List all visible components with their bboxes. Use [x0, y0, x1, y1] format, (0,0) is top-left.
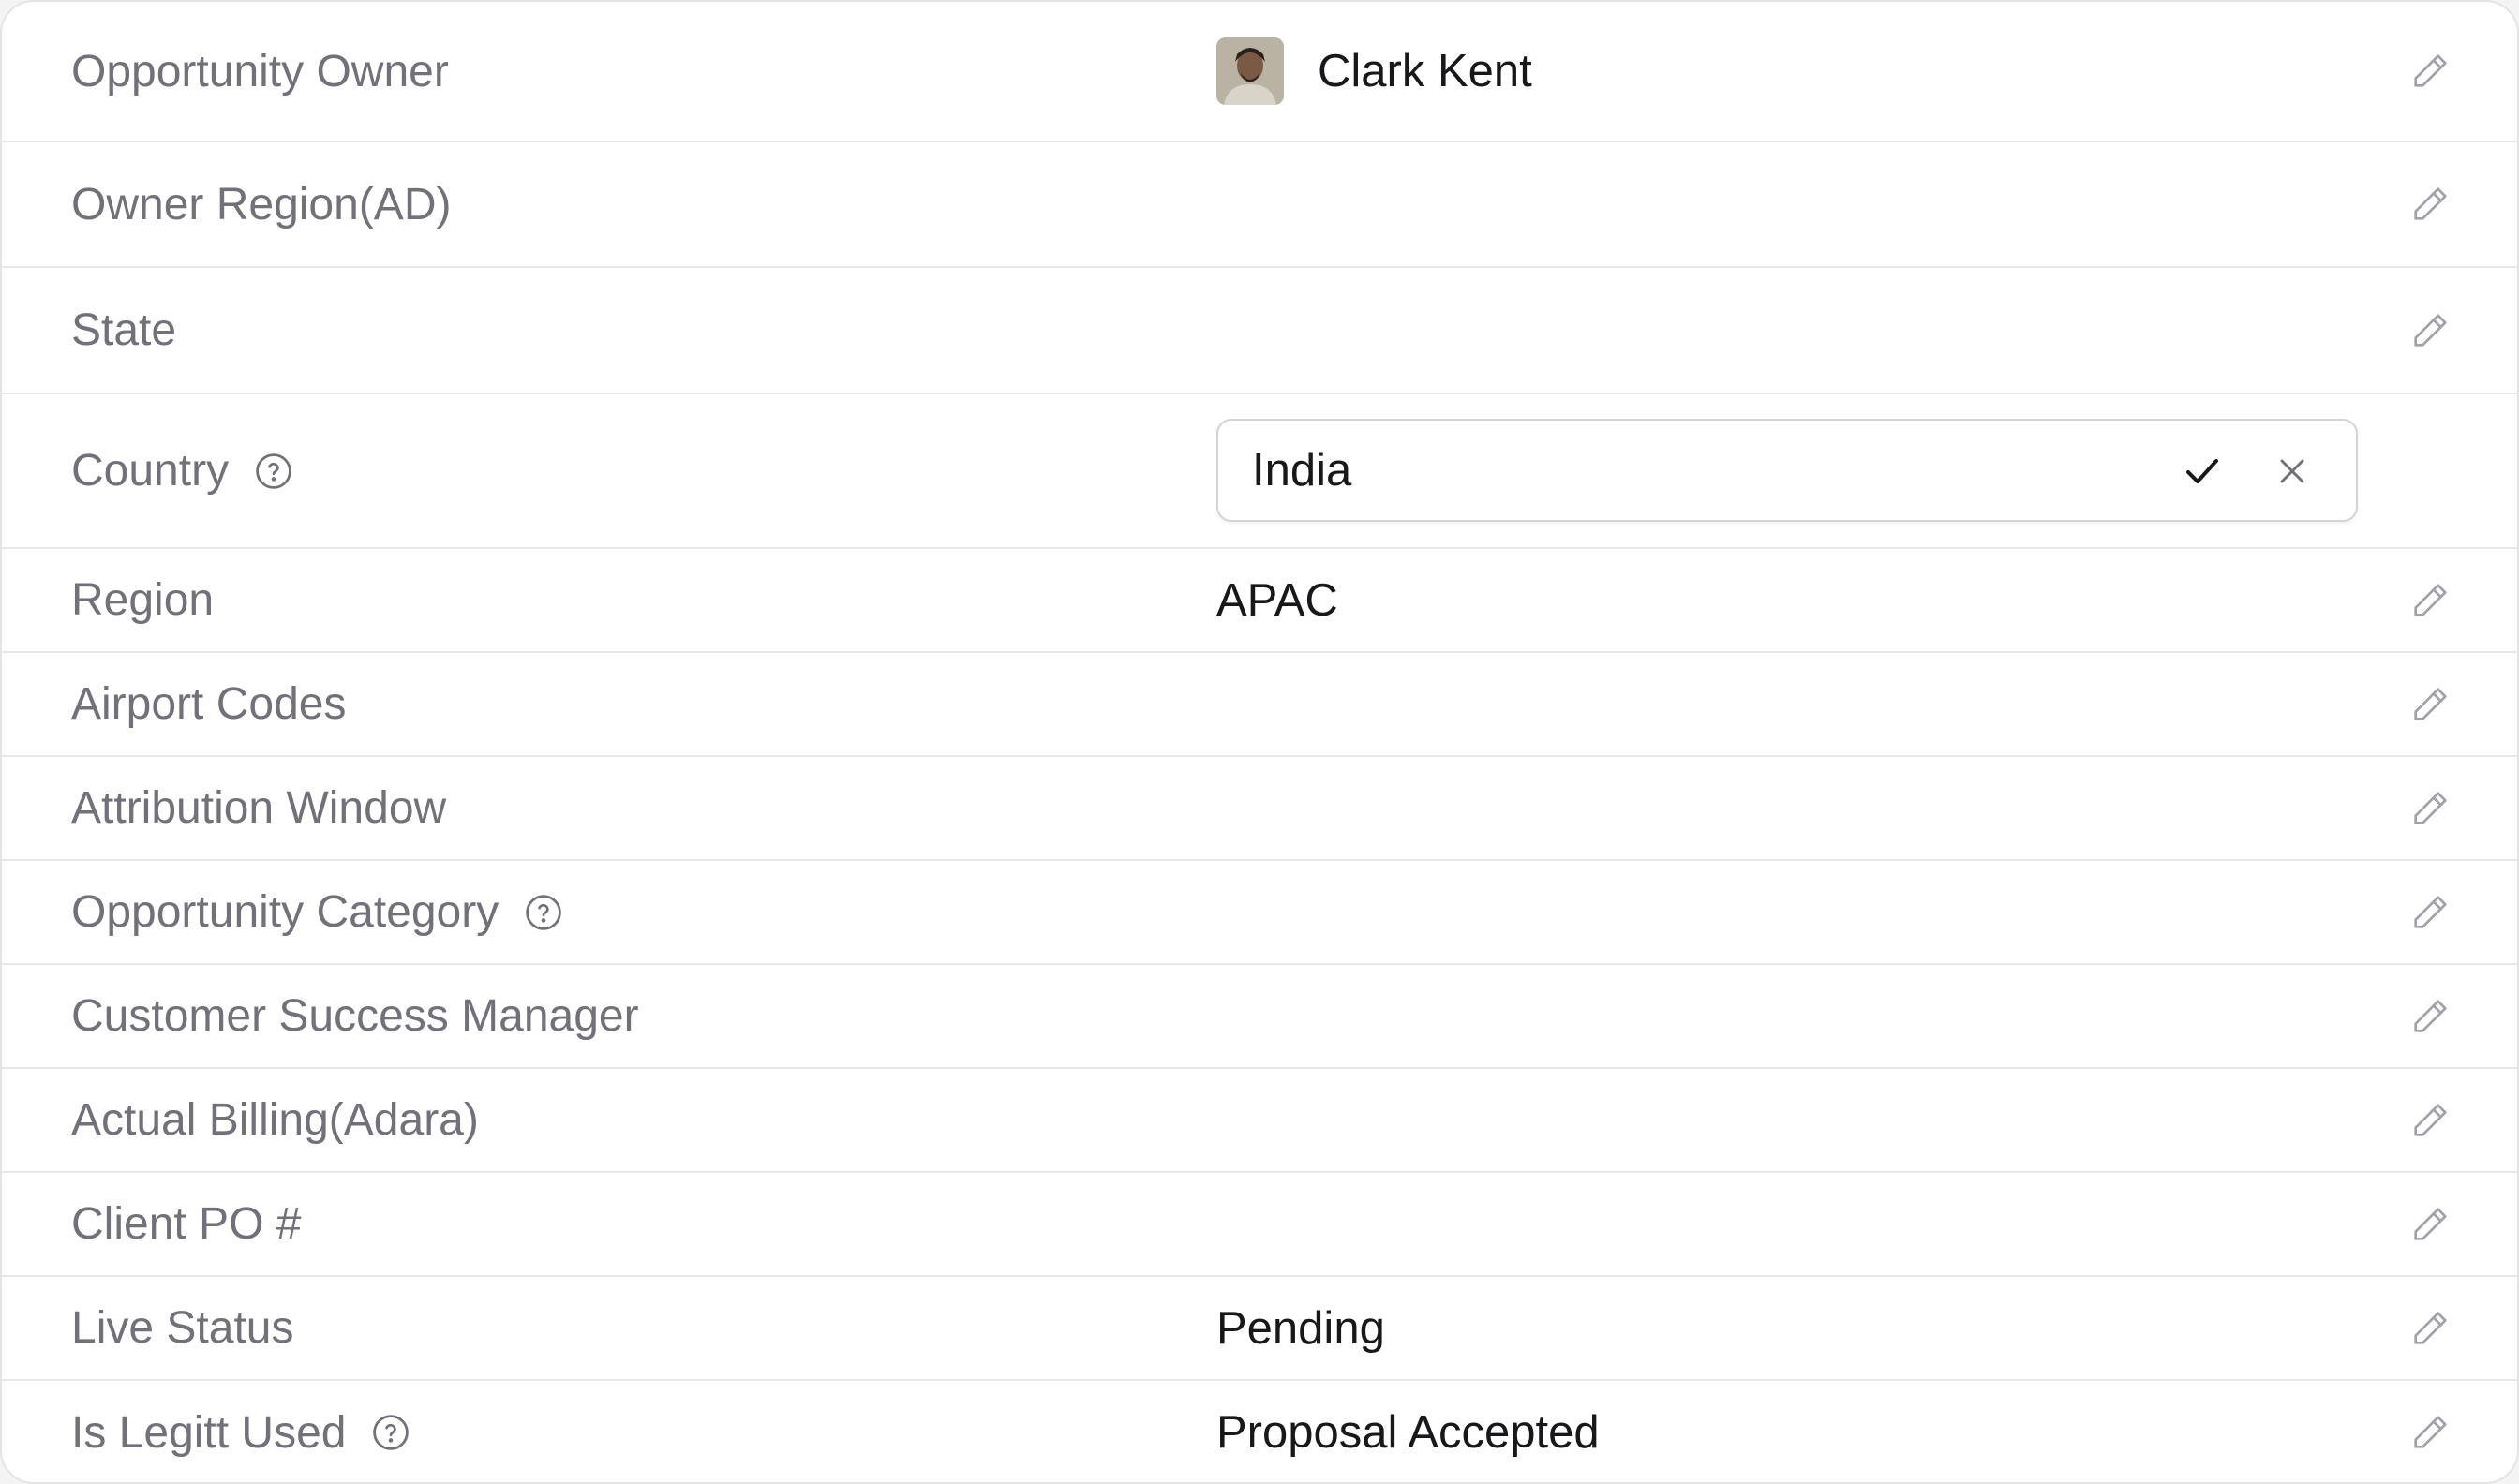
- field-label: Client PO #: [71, 1199, 302, 1249]
- field-label: Opportunity Category: [71, 887, 499, 937]
- field-row-attribution-window: Attribution Window: [2, 757, 2517, 861]
- field-row-client-po: Client PO #: [2, 1173, 2517, 1277]
- field-row-country: Country: [2, 394, 2517, 549]
- field-row-region: Region APAC: [2, 549, 2517, 653]
- field-row-is-legitt-used: Is Legitt Used Proposal Accepted: [2, 1381, 2517, 1482]
- pencil-icon[interactable]: [2408, 1307, 2452, 1350]
- field-label: Region: [71, 575, 215, 625]
- field-value: Pending: [1216, 1302, 1385, 1354]
- field-row-opportunity-owner: Opportunity Owner Clark Kent: [2, 2, 2517, 142]
- field-label: Airport Codes: [71, 679, 347, 729]
- avatar: [1216, 37, 1284, 105]
- field-row-owner-region: Owner Region(AD): [2, 142, 2517, 268]
- field-label: Country: [71, 446, 230, 496]
- country-edit-field: [1216, 419, 2358, 522]
- check-icon[interactable]: [2180, 449, 2225, 494]
- pencil-icon[interactable]: [2408, 183, 2452, 226]
- pencil-icon[interactable]: [2408, 995, 2452, 1038]
- pencil-icon[interactable]: [2408, 1411, 2452, 1454]
- field-row-customer-success-manager: Customer Success Manager: [2, 965, 2517, 1069]
- pencil-icon[interactable]: [2408, 683, 2452, 726]
- country-input[interactable]: [1252, 444, 2095, 497]
- field-row-state: State: [2, 268, 2517, 394]
- help-circle-icon[interactable]: [370, 1412, 411, 1453]
- field-label: Opportunity Owner: [71, 46, 449, 96]
- help-circle-icon[interactable]: [523, 892, 564, 933]
- field-label: Customer Success Manager: [71, 991, 639, 1041]
- field-row-live-status: Live Status Pending: [2, 1277, 2517, 1381]
- field-row-actual-billing: Actual Billing(Adara): [2, 1069, 2517, 1173]
- pencil-icon[interactable]: [2408, 1099, 2452, 1142]
- field-label: State: [71, 305, 177, 355]
- close-icon[interactable]: [2272, 451, 2313, 492]
- field-row-opportunity-category: Opportunity Category: [2, 861, 2517, 965]
- pencil-icon[interactable]: [2408, 787, 2452, 830]
- pencil-icon[interactable]: [2408, 891, 2452, 934]
- field-value: Proposal Accepted: [1216, 1407, 1600, 1458]
- field-value: APAC: [1216, 574, 1338, 626]
- record-details-card: Opportunity Owner Clark Kent Owner Regio…: [0, 0, 2519, 1484]
- field-label: Actual Billing(Adara): [71, 1095, 479, 1145]
- pencil-icon[interactable]: [2408, 50, 2452, 93]
- pencil-icon[interactable]: [2408, 309, 2452, 352]
- pencil-icon[interactable]: [2408, 1203, 2452, 1246]
- pencil-icon[interactable]: [2408, 579, 2452, 622]
- field-label: Attribution Window: [71, 783, 447, 833]
- field-label-is-legitt-used: Is Legitt Used: [71, 1407, 411, 1459]
- field-value: Clark Kent: [1318, 46, 1532, 96]
- field-label: Live Status: [71, 1303, 294, 1353]
- help-circle-icon[interactable]: [253, 451, 294, 492]
- field-label: Is Legitt Used: [71, 1407, 347, 1458]
- field-row-airport-codes: Airport Codes: [2, 653, 2517, 757]
- field-label: Owner Region(AD): [71, 179, 452, 230]
- field-label-country: Country: [71, 445, 294, 497]
- field-label-opportunity-category: Opportunity Category: [71, 886, 564, 938]
- owner-value[interactable]: Clark Kent: [1216, 37, 1532, 105]
